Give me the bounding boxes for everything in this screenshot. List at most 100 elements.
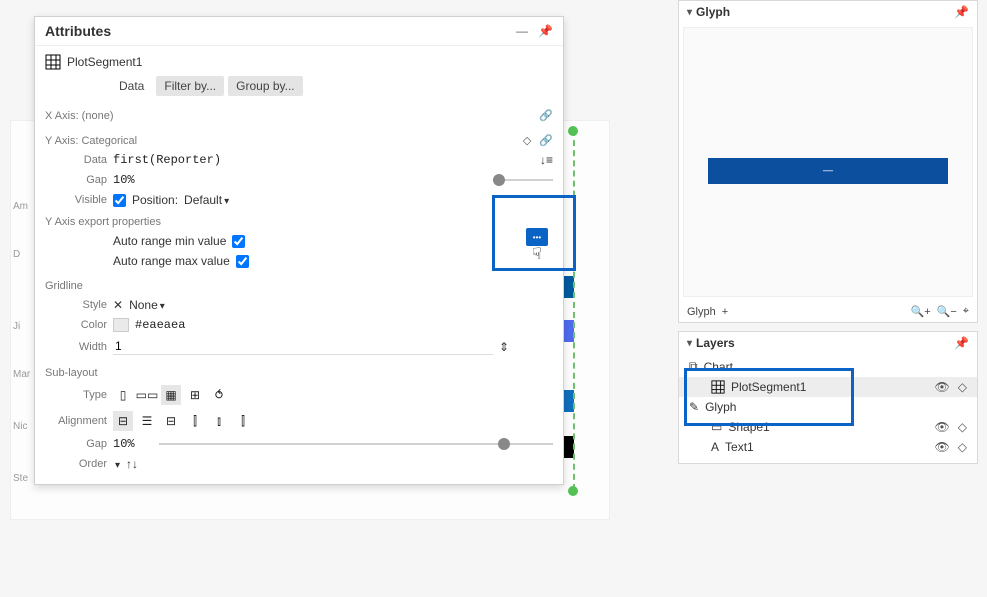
export-props-label: Y Axis export properties: [45, 216, 161, 228]
glyph-footer-label: Glyph: [687, 306, 716, 318]
glyph-panel: ▾ Glyph 📌 — Glyph + 🔍+ 🔍− ⌖: [678, 0, 978, 323]
align-center-icon[interactable]: ☰: [137, 411, 157, 431]
eraser-icon[interactable]: ◇: [523, 134, 531, 147]
plot-segment-handle-bottom[interactable]: [568, 486, 578, 496]
alignment-iconstrip: ⊟ ☰ ⊟ ⫿ ⫾ ⫿: [113, 411, 253, 431]
text-icon: A: [711, 440, 719, 454]
layers-title: Layers: [696, 336, 735, 350]
position-label: Position:: [132, 193, 178, 207]
sort-icon[interactable]: ↓≡: [540, 153, 553, 167]
sublayout-section-label: Sub-layout: [45, 367, 98, 379]
color-label: Color: [45, 319, 107, 331]
glyph-icon: ✎: [689, 400, 699, 414]
pin-icon[interactable]: 📌: [954, 336, 969, 350]
tab-data[interactable]: Data: [111, 76, 152, 96]
y-tick: Mar: [13, 369, 30, 380]
align-left-icon[interactable]: ⊟: [113, 411, 133, 431]
eraser-icon[interactable]: ◇: [958, 440, 967, 454]
glyph-bar-shape[interactable]: —: [708, 158, 948, 184]
clear-style-icon[interactable]: ✕: [113, 298, 123, 312]
y-tick: Nic: [13, 421, 27, 432]
align-bottom-icon[interactable]: ⫿: [233, 411, 253, 431]
stepper-icon[interactable]: ⇕: [499, 340, 509, 354]
eye-icon[interactable]: 👁: [935, 420, 950, 434]
object-name: PlotSegment1: [67, 55, 142, 69]
y-tick: Am: [13, 201, 28, 212]
auto-max-checkbox[interactable]: [236, 255, 249, 268]
align-middle-icon[interactable]: ⫾: [209, 411, 229, 431]
gap-slider[interactable]: [493, 173, 553, 187]
link-icon[interactable]: 🔗: [539, 134, 553, 147]
visible-label: Visible: [45, 194, 107, 206]
color-value[interactable]: #eaeaea: [135, 318, 185, 332]
zoom-fit-icon[interactable]: ⌖: [963, 305, 969, 318]
type-stacked-x-icon[interactable]: ▯: [113, 385, 133, 405]
eraser-icon[interactable]: ◇: [958, 380, 967, 394]
sort-asc-icon[interactable]: ↑↓: [126, 457, 138, 471]
data-expression[interactable]: first(Reporter): [113, 153, 221, 167]
y-tick: Ste: [13, 473, 28, 484]
layer-plot-segment[interactable]: PlotSegment1 👁◇: [679, 377, 977, 397]
sublayout-gap-slider[interactable]: [159, 437, 553, 451]
width-input[interactable]: [113, 338, 493, 355]
cursor-hand-icon: ☟: [532, 244, 542, 264]
auto-min-checkbox[interactable]: [232, 235, 245, 248]
zoom-out-icon[interactable]: 🔍−: [937, 305, 957, 318]
layer-chart[interactable]: ⧉Chart: [679, 356, 977, 377]
plot-segment-icon: [711, 380, 725, 394]
y-tick: Ji: [13, 321, 20, 332]
type-jitter-icon[interactable]: ⥀: [209, 385, 229, 405]
eye-icon[interactable]: 👁: [935, 440, 950, 454]
plot-segment-handle-top[interactable]: [568, 126, 578, 136]
style-label: Style: [45, 299, 107, 311]
type-stacked-y-icon[interactable]: ▭▭: [137, 385, 157, 405]
eye-icon[interactable]: 👁: [935, 380, 950, 394]
y-tick: D: [13, 249, 20, 260]
type-iconstrip: ▯ ▭▭ ▦ ⊞ ⥀: [113, 385, 229, 405]
pin-icon[interactable]: 📌: [538, 24, 553, 38]
color-swatch[interactable]: [113, 318, 129, 332]
gridline-section-label: Gridline: [45, 280, 83, 292]
sublayout-gap-value[interactable]: 10%: [113, 437, 153, 451]
type-label: Type: [45, 389, 107, 401]
sublayout-gap-label: Gap: [45, 438, 107, 450]
alignment-label: Alignment: [45, 415, 107, 427]
minimize-icon[interactable]: —: [516, 24, 528, 38]
zoom-in-icon[interactable]: 🔍+: [911, 305, 931, 318]
style-dropdown[interactable]: None: [129, 298, 165, 312]
glyph-title: Glyph: [696, 5, 730, 19]
visible-checkbox[interactable]: [113, 194, 126, 207]
eraser-icon[interactable]: ◇: [958, 420, 967, 434]
tab-filter-by[interactable]: Filter by...: [156, 76, 224, 96]
type-packing-icon[interactable]: ⊞: [185, 385, 205, 405]
chevron-down-icon[interactable]: ▾: [687, 7, 692, 18]
type-grid-icon[interactable]: ▦: [161, 385, 181, 405]
gap-value[interactable]: 10%: [113, 173, 153, 187]
chevron-down-icon[interactable]: ▾: [687, 338, 692, 349]
gap-label: Gap: [45, 174, 107, 186]
plot-segment-icon: [45, 54, 61, 70]
order-dropdown[interactable]: [113, 457, 120, 471]
glyph-canvas[interactable]: —: [683, 27, 973, 297]
layers-panel: ▾Layers 📌 ⧉Chart PlotSegment1 👁◇ ✎Glyph …: [678, 331, 978, 464]
layer-shape1[interactable]: ▭Shape1 👁◇: [679, 417, 977, 437]
plot-segment-track[interactable]: [573, 130, 575, 490]
align-top-icon[interactable]: ⫿: [185, 411, 205, 431]
shape-icon: ▭: [711, 420, 722, 434]
order-label: Order: [45, 458, 107, 470]
pin-icon[interactable]: 📌: [954, 5, 969, 19]
add-glyph-button[interactable]: +: [722, 306, 728, 318]
attributes-title: Attributes: [45, 23, 111, 39]
x-axis-section-label: X Axis: (none): [45, 110, 113, 122]
align-right-icon[interactable]: ⊟: [161, 411, 181, 431]
layer-text1[interactable]: AText1 👁◇: [679, 437, 977, 457]
data-label: Data: [45, 154, 107, 166]
y-axis-section-label: Y Axis: Categorical: [45, 135, 137, 147]
auto-min-label: Auto range min value: [113, 234, 226, 248]
width-label: Width: [45, 341, 107, 353]
tab-group-by[interactable]: Group by...: [228, 76, 302, 96]
layer-glyph[interactable]: ✎Glyph: [679, 397, 977, 417]
auto-max-label: Auto range max value: [113, 254, 230, 268]
link-icon[interactable]: 🔗: [539, 109, 553, 122]
position-dropdown[interactable]: Default: [184, 193, 229, 207]
